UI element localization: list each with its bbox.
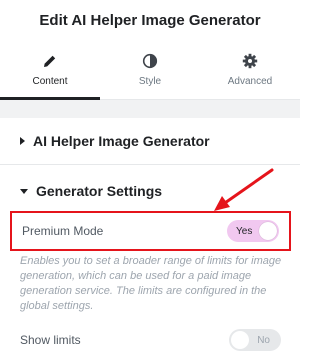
panel-title-text: Edit AI Helper Image Generator — [39, 11, 261, 29]
toggle-knob — [259, 222, 277, 240]
show-limits-label: Show limits — [20, 333, 81, 347]
section-generator-label: Generator Settings — [36, 183, 163, 199]
section-ai-helper-label: AI Helper Image Generator — [33, 133, 210, 149]
tab-style[interactable]: Style — [100, 40, 200, 99]
premium-mode-toggle[interactable]: Yes — [227, 220, 279, 242]
premium-mode-description: Enables you to set a broader range of li… — [20, 255, 282, 312]
panel-title: Edit AI Helper Image Generator — [0, 0, 300, 40]
panel-spacer — [0, 100, 300, 118]
tab-content-label: Content — [32, 75, 68, 87]
half-circle-icon — [142, 53, 158, 68]
tab-advanced[interactable]: Advanced — [200, 40, 300, 99]
toggle-knob — [231, 331, 249, 349]
premium-mode-label: Premium Mode — [22, 224, 104, 238]
panel-tabs: Content Style Advanced — [0, 40, 300, 100]
active-tab-indicator — [0, 97, 100, 100]
tab-style-label: Style — [138, 75, 162, 87]
show-limits-toggle[interactable]: No — [229, 329, 281, 351]
caret-right-icon — [20, 137, 25, 145]
tab-advanced-label: Advanced — [227, 75, 273, 87]
show-limits-toggle-text: No — [257, 334, 270, 346]
tab-content[interactable]: Content — [0, 40, 100, 99]
section-ai-helper[interactable]: AI Helper Image Generator — [0, 118, 300, 164]
pencil-icon — [44, 55, 56, 67]
section-divider — [0, 164, 300, 165]
caret-down-icon — [20, 188, 28, 194]
show-limits-row: Show limits No — [10, 320, 291, 357]
premium-mode-row: Premium Mode Yes — [10, 211, 291, 251]
premium-mode-toggle-text: Yes — [236, 225, 253, 237]
gear-icon — [242, 53, 258, 68]
section-generator-settings[interactable]: Generator Settings — [0, 168, 300, 214]
